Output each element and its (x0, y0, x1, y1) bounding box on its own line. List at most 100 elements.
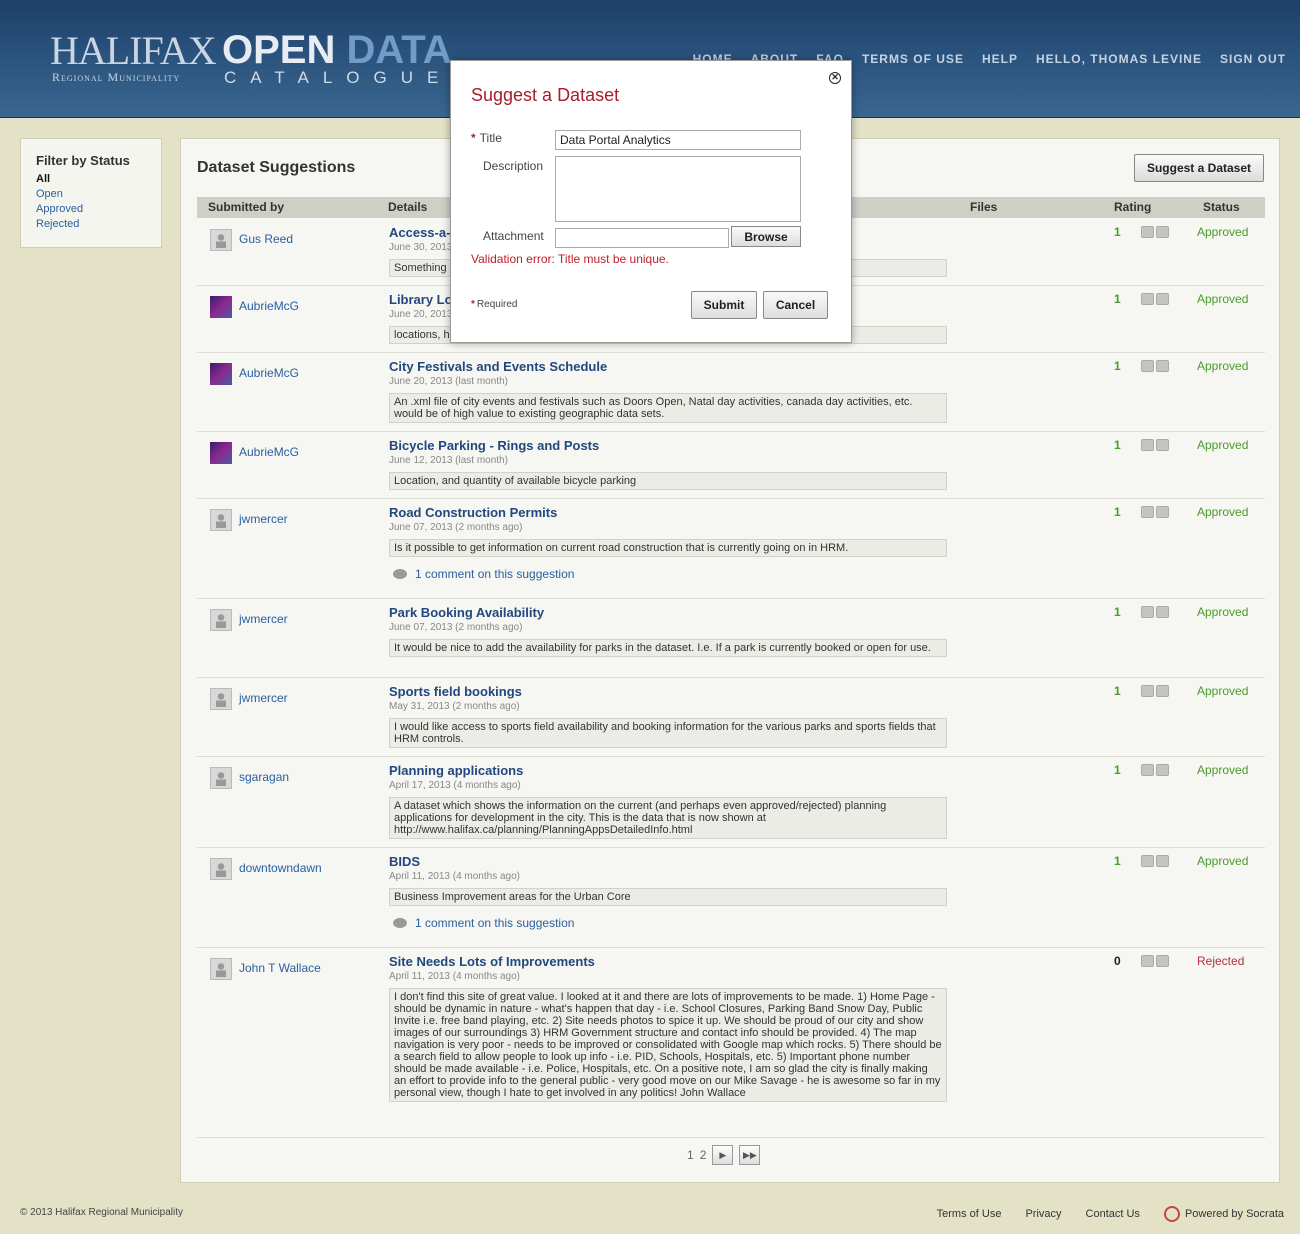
suggestion-title[interactable]: BIDS (389, 854, 420, 869)
avatar[interactable] (210, 609, 232, 631)
suggestion-title[interactable]: Bicycle Parking - Rings and Posts (389, 438, 599, 453)
description-textarea[interactable] (555, 156, 801, 222)
nav-help[interactable]: HELP (982, 52, 1018, 66)
browse-button[interactable]: Browse (731, 226, 801, 247)
suggestion-title[interactable]: Road Construction Permits (389, 505, 557, 520)
avatar[interactable] (210, 363, 232, 385)
rating-value: 1 (1114, 763, 1121, 777)
page-2[interactable]: 2 (700, 1148, 707, 1162)
avatar[interactable] (210, 229, 232, 251)
suggestion-title[interactable]: Planning applications (389, 763, 523, 778)
submitter-link[interactable]: AubrieMcG (239, 299, 299, 313)
suggestion-date: April 17, 2013 (4 months ago) (389, 780, 521, 791)
submitter-link[interactable]: sgaragan (239, 770, 289, 784)
suggestion-date: April 11, 2013 (4 months ago) (389, 971, 521, 982)
thumbs-down-icon[interactable] (1156, 606, 1169, 618)
thumbs-down-icon[interactable] (1156, 226, 1169, 238)
attachment-field[interactable] (555, 228, 729, 248)
dialog-title: Suggest a Dataset (471, 85, 620, 105)
filter-all[interactable]: All (36, 172, 146, 187)
suggest-dataset-button[interactable]: Suggest a Dataset (1134, 154, 1264, 182)
thumbs-up-icon[interactable] (1141, 293, 1154, 305)
submitter-link[interactable]: AubrieMcG (239, 366, 299, 380)
footer-terms-link[interactable]: Terms of Use (937, 1208, 1002, 1220)
thumbs-down-icon[interactable] (1156, 506, 1169, 518)
avatar[interactable] (210, 958, 232, 980)
required-star: * (471, 131, 476, 145)
comment-link[interactable]: 1 comment on this suggestion (393, 567, 574, 581)
filter-approved[interactable]: Approved (36, 202, 146, 217)
col-rating[interactable]: Rating (1114, 200, 1151, 214)
next-page-button[interactable]: ▶ (712, 1145, 734, 1165)
suggestion-date: April 11, 2013 (4 months ago) (389, 871, 521, 882)
submit-button[interactable]: Submit (691, 291, 757, 319)
submitter-link[interactable]: John T Wallace (239, 961, 321, 975)
suggestion-title[interactable]: Sports field bookings (389, 684, 522, 699)
thumbs-down-icon[interactable] (1156, 855, 1169, 867)
thumbs-up-icon[interactable] (1141, 506, 1154, 518)
thumbs-up-icon[interactable] (1141, 764, 1154, 776)
vote-controls (1141, 855, 1169, 867)
avatar[interactable] (210, 296, 232, 318)
suggestion-description: I would like access to sports field avai… (389, 718, 947, 748)
suggestion-title[interactable]: City Festivals and Events Schedule (389, 359, 607, 374)
footer-privacy-link[interactable]: Privacy (1025, 1208, 1061, 1220)
powered-by-socrata[interactable]: Powered by Socrata (1163, 1206, 1284, 1222)
avatar[interactable] (210, 767, 232, 789)
thumbs-down-icon[interactable] (1156, 955, 1169, 967)
col-submitted-by[interactable]: Submitted by (208, 200, 284, 214)
submitter-link[interactable]: jwmercer (239, 612, 288, 626)
thumbs-up-icon[interactable] (1141, 855, 1154, 867)
status-label: Approved (1197, 292, 1249, 306)
page-1[interactable]: 1 (687, 1148, 694, 1162)
description-label: Description (483, 159, 544, 173)
submitter-link[interactable]: AubrieMcG (239, 445, 299, 459)
nav-sign-out[interactable]: SIGN OUT (1220, 52, 1286, 66)
submitter-link[interactable]: downtowndawn (239, 861, 322, 875)
col-status[interactable]: Status (1203, 200, 1240, 214)
halifax-logo[interactable]: HALIFAX Regional Municipality (50, 28, 217, 85)
logo-halifax-text: HALIFAX (50, 28, 217, 73)
thumbs-up-icon[interactable] (1141, 606, 1154, 618)
suggestion-title[interactable]: Site Needs Lots of Improvements (389, 954, 595, 969)
nav-terms[interactable]: TERMS OF USE (862, 52, 964, 66)
col-files[interactable]: Files (970, 200, 997, 214)
status-label: Approved (1197, 438, 1249, 452)
submitter-link[interactable]: jwmercer (239, 691, 288, 705)
avatar[interactable] (210, 509, 232, 531)
suggestion-date: May 31, 2013 (2 months ago) (389, 701, 520, 712)
thumbs-up-icon[interactable] (1141, 360, 1154, 372)
thumbs-up-icon[interactable] (1141, 226, 1154, 238)
suggestion-title[interactable]: Park Booking Availability (389, 605, 544, 620)
submitter-link[interactable]: Gus Reed (239, 232, 293, 246)
rating-value: 0 (1114, 954, 1121, 968)
rating-value: 1 (1114, 505, 1121, 519)
title-input[interactable] (555, 130, 801, 150)
thumbs-up-icon[interactable] (1141, 439, 1154, 451)
avatar[interactable] (210, 442, 232, 464)
filter-rejected[interactable]: Rejected (36, 217, 146, 232)
thumbs-up-icon[interactable] (1141, 955, 1154, 967)
submitter-link[interactable]: jwmercer (239, 512, 288, 526)
filter-open[interactable]: Open (36, 187, 146, 202)
nav-user-greeting[interactable]: HELLO, THOMAS LEVINE (1036, 52, 1202, 66)
footer-contact-link[interactable]: Contact Us (1086, 1208, 1140, 1220)
close-icon[interactable]: ✕ (829, 72, 841, 84)
thumbs-down-icon[interactable] (1156, 439, 1169, 451)
comment-link[interactable]: 1 comment on this suggestion (393, 916, 574, 930)
thumbs-down-icon[interactable] (1156, 764, 1169, 776)
open-data-logo[interactable]: OPEN DATA CATALOGUE (222, 30, 452, 88)
status-label: Approved (1197, 605, 1249, 619)
thumbs-down-icon[interactable] (1156, 685, 1169, 697)
table-row: AubrieMcG Bicycle Parking - Rings and Pos… (197, 432, 1265, 499)
thumbs-down-icon[interactable] (1156, 293, 1169, 305)
title-field-label: * Title (471, 131, 502, 145)
thumbs-up-icon[interactable] (1141, 685, 1154, 697)
avatar[interactable] (210, 858, 232, 880)
thumbs-down-icon[interactable] (1156, 360, 1169, 372)
last-page-button[interactable]: ▶▶ (739, 1145, 761, 1165)
avatar[interactable] (210, 688, 232, 710)
page-title: Dataset Suggestions (197, 159, 356, 176)
cancel-button[interactable]: Cancel (763, 291, 828, 319)
col-details[interactable]: Details (388, 200, 427, 214)
